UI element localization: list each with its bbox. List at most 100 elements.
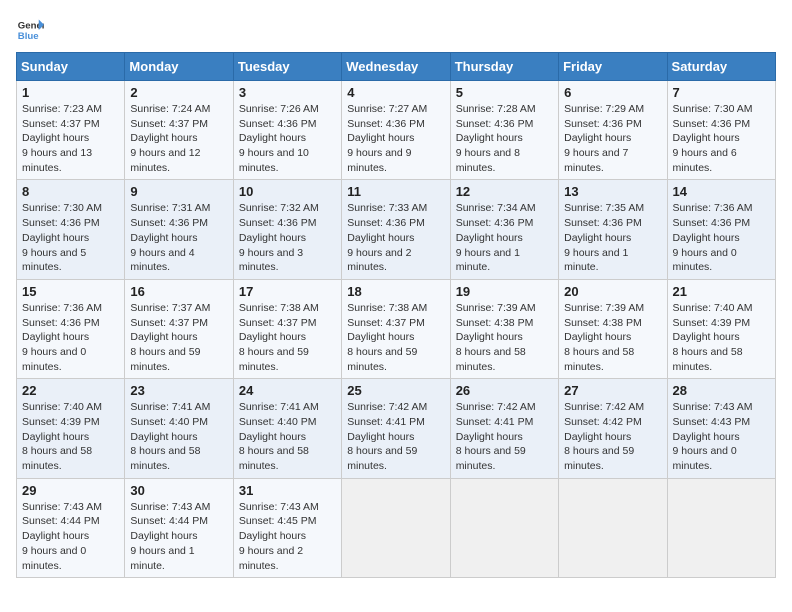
header-day-monday: Monday xyxy=(125,53,233,81)
day-number: 16 xyxy=(130,284,227,299)
day-info: Sunrise: 7:37 AMSunset: 4:37 PMDaylight … xyxy=(130,302,210,373)
day-number: 18 xyxy=(347,284,444,299)
day-info: Sunrise: 7:41 AMSunset: 4:40 PMDaylight … xyxy=(239,401,319,472)
day-info: Sunrise: 7:43 AMSunset: 4:44 PMDaylight … xyxy=(130,501,210,572)
page-header: General Blue xyxy=(16,16,776,44)
day-info: Sunrise: 7:42 AMSunset: 4:41 PMDaylight … xyxy=(347,401,427,472)
calendar-cell: 27 Sunrise: 7:42 AMSunset: 4:42 PMDaylig… xyxy=(559,379,667,478)
calendar-cell: 1 Sunrise: 7:23 AMSunset: 4:37 PMDayligh… xyxy=(17,81,125,180)
calendar-cell: 26 Sunrise: 7:42 AMSunset: 4:41 PMDaylig… xyxy=(450,379,558,478)
calendar-cell: 31 Sunrise: 7:43 AMSunset: 4:45 PMDaylig… xyxy=(233,478,341,577)
calendar-cell: 2 Sunrise: 7:24 AMSunset: 4:37 PMDayligh… xyxy=(125,81,233,180)
day-info: Sunrise: 7:24 AMSunset: 4:37 PMDaylight … xyxy=(130,103,210,174)
day-info: Sunrise: 7:35 AMSunset: 4:36 PMDaylight … xyxy=(564,202,644,273)
calendar-cell: 8 Sunrise: 7:30 AMSunset: 4:36 PMDayligh… xyxy=(17,180,125,279)
calendar-week-4: 22 Sunrise: 7:40 AMSunset: 4:39 PMDaylig… xyxy=(17,379,776,478)
day-info: Sunrise: 7:43 AMSunset: 4:43 PMDaylight … xyxy=(673,401,753,472)
calendar-body: 1 Sunrise: 7:23 AMSunset: 4:37 PMDayligh… xyxy=(17,81,776,578)
day-info: Sunrise: 7:29 AMSunset: 4:36 PMDaylight … xyxy=(564,103,644,174)
day-number: 4 xyxy=(347,85,444,100)
calendar-cell: 3 Sunrise: 7:26 AMSunset: 4:36 PMDayligh… xyxy=(233,81,341,180)
calendar-cell: 9 Sunrise: 7:31 AMSunset: 4:36 PMDayligh… xyxy=(125,180,233,279)
day-number: 31 xyxy=(239,483,336,498)
calendar-cell: 13 Sunrise: 7:35 AMSunset: 4:36 PMDaylig… xyxy=(559,180,667,279)
day-info: Sunrise: 7:23 AMSunset: 4:37 PMDaylight … xyxy=(22,103,102,174)
calendar-week-3: 15 Sunrise: 7:36 AMSunset: 4:36 PMDaylig… xyxy=(17,279,776,378)
calendar-cell xyxy=(559,478,667,577)
day-info: Sunrise: 7:30 AMSunset: 4:36 PMDaylight … xyxy=(673,103,753,174)
day-info: Sunrise: 7:38 AMSunset: 4:37 PMDaylight … xyxy=(239,302,319,373)
day-number: 14 xyxy=(673,184,770,199)
day-number: 11 xyxy=(347,184,444,199)
svg-text:Blue: Blue xyxy=(18,31,39,42)
day-number: 3 xyxy=(239,85,336,100)
day-number: 25 xyxy=(347,383,444,398)
day-number: 17 xyxy=(239,284,336,299)
day-number: 29 xyxy=(22,483,119,498)
calendar-cell: 14 Sunrise: 7:36 AMSunset: 4:36 PMDaylig… xyxy=(667,180,775,279)
calendar-cell: 11 Sunrise: 7:33 AMSunset: 4:36 PMDaylig… xyxy=(342,180,450,279)
calendar-cell: 24 Sunrise: 7:41 AMSunset: 4:40 PMDaylig… xyxy=(233,379,341,478)
day-info: Sunrise: 7:26 AMSunset: 4:36 PMDaylight … xyxy=(239,103,319,174)
day-info: Sunrise: 7:40 AMSunset: 4:39 PMDaylight … xyxy=(673,302,753,373)
calendar-week-5: 29 Sunrise: 7:43 AMSunset: 4:44 PMDaylig… xyxy=(17,478,776,577)
day-info: Sunrise: 7:43 AMSunset: 4:45 PMDaylight … xyxy=(239,501,319,572)
header-day-wednesday: Wednesday xyxy=(342,53,450,81)
day-number: 15 xyxy=(22,284,119,299)
calendar-cell: 16 Sunrise: 7:37 AMSunset: 4:37 PMDaylig… xyxy=(125,279,233,378)
calendar-cell: 6 Sunrise: 7:29 AMSunset: 4:36 PMDayligh… xyxy=(559,81,667,180)
day-info: Sunrise: 7:42 AMSunset: 4:42 PMDaylight … xyxy=(564,401,644,472)
calendar-cell xyxy=(342,478,450,577)
calendar-cell: 22 Sunrise: 7:40 AMSunset: 4:39 PMDaylig… xyxy=(17,379,125,478)
calendar-cell: 28 Sunrise: 7:43 AMSunset: 4:43 PMDaylig… xyxy=(667,379,775,478)
calendar-cell: 4 Sunrise: 7:27 AMSunset: 4:36 PMDayligh… xyxy=(342,81,450,180)
header-day-saturday: Saturday xyxy=(667,53,775,81)
day-number: 19 xyxy=(456,284,553,299)
day-info: Sunrise: 7:43 AMSunset: 4:44 PMDaylight … xyxy=(22,501,102,572)
calendar-cell xyxy=(667,478,775,577)
day-number: 27 xyxy=(564,383,661,398)
day-info: Sunrise: 7:38 AMSunset: 4:37 PMDaylight … xyxy=(347,302,427,373)
day-number: 7 xyxy=(673,85,770,100)
calendar-cell: 19 Sunrise: 7:39 AMSunset: 4:38 PMDaylig… xyxy=(450,279,558,378)
header-day-thursday: Thursday xyxy=(450,53,558,81)
day-info: Sunrise: 7:30 AMSunset: 4:36 PMDaylight … xyxy=(22,202,102,273)
day-info: Sunrise: 7:31 AMSunset: 4:36 PMDaylight … xyxy=(130,202,210,273)
day-info: Sunrise: 7:42 AMSunset: 4:41 PMDaylight … xyxy=(456,401,536,472)
calendar-cell: 18 Sunrise: 7:38 AMSunset: 4:37 PMDaylig… xyxy=(342,279,450,378)
day-info: Sunrise: 7:34 AMSunset: 4:36 PMDaylight … xyxy=(456,202,536,273)
calendar-cell: 17 Sunrise: 7:38 AMSunset: 4:37 PMDaylig… xyxy=(233,279,341,378)
day-number: 23 xyxy=(130,383,227,398)
day-number: 2 xyxy=(130,85,227,100)
calendar-cell xyxy=(450,478,558,577)
header-day-friday: Friday xyxy=(559,53,667,81)
calendar-cell: 23 Sunrise: 7:41 AMSunset: 4:40 PMDaylig… xyxy=(125,379,233,478)
calendar-cell: 20 Sunrise: 7:39 AMSunset: 4:38 PMDaylig… xyxy=(559,279,667,378)
day-number: 30 xyxy=(130,483,227,498)
day-info: Sunrise: 7:32 AMSunset: 4:36 PMDaylight … xyxy=(239,202,319,273)
day-info: Sunrise: 7:27 AMSunset: 4:36 PMDaylight … xyxy=(347,103,427,174)
calendar-cell: 25 Sunrise: 7:42 AMSunset: 4:41 PMDaylig… xyxy=(342,379,450,478)
calendar-cell: 7 Sunrise: 7:30 AMSunset: 4:36 PMDayligh… xyxy=(667,81,775,180)
day-number: 1 xyxy=(22,85,119,100)
day-info: Sunrise: 7:36 AMSunset: 4:36 PMDaylight … xyxy=(673,202,753,273)
day-number: 12 xyxy=(456,184,553,199)
header-day-sunday: Sunday xyxy=(17,53,125,81)
calendar-cell: 5 Sunrise: 7:28 AMSunset: 4:36 PMDayligh… xyxy=(450,81,558,180)
day-info: Sunrise: 7:39 AMSunset: 4:38 PMDaylight … xyxy=(564,302,644,373)
calendar-week-1: 1 Sunrise: 7:23 AMSunset: 4:37 PMDayligh… xyxy=(17,81,776,180)
day-number: 26 xyxy=(456,383,553,398)
day-info: Sunrise: 7:40 AMSunset: 4:39 PMDaylight … xyxy=(22,401,102,472)
day-number: 8 xyxy=(22,184,119,199)
header-day-tuesday: Tuesday xyxy=(233,53,341,81)
day-info: Sunrise: 7:33 AMSunset: 4:36 PMDaylight … xyxy=(347,202,427,273)
day-number: 13 xyxy=(564,184,661,199)
day-number: 5 xyxy=(456,85,553,100)
calendar-week-2: 8 Sunrise: 7:30 AMSunset: 4:36 PMDayligh… xyxy=(17,180,776,279)
day-info: Sunrise: 7:39 AMSunset: 4:38 PMDaylight … xyxy=(456,302,536,373)
calendar-cell: 15 Sunrise: 7:36 AMSunset: 4:36 PMDaylig… xyxy=(17,279,125,378)
day-number: 28 xyxy=(673,383,770,398)
day-number: 20 xyxy=(564,284,661,299)
calendar-cell: 29 Sunrise: 7:43 AMSunset: 4:44 PMDaylig… xyxy=(17,478,125,577)
day-number: 10 xyxy=(239,184,336,199)
